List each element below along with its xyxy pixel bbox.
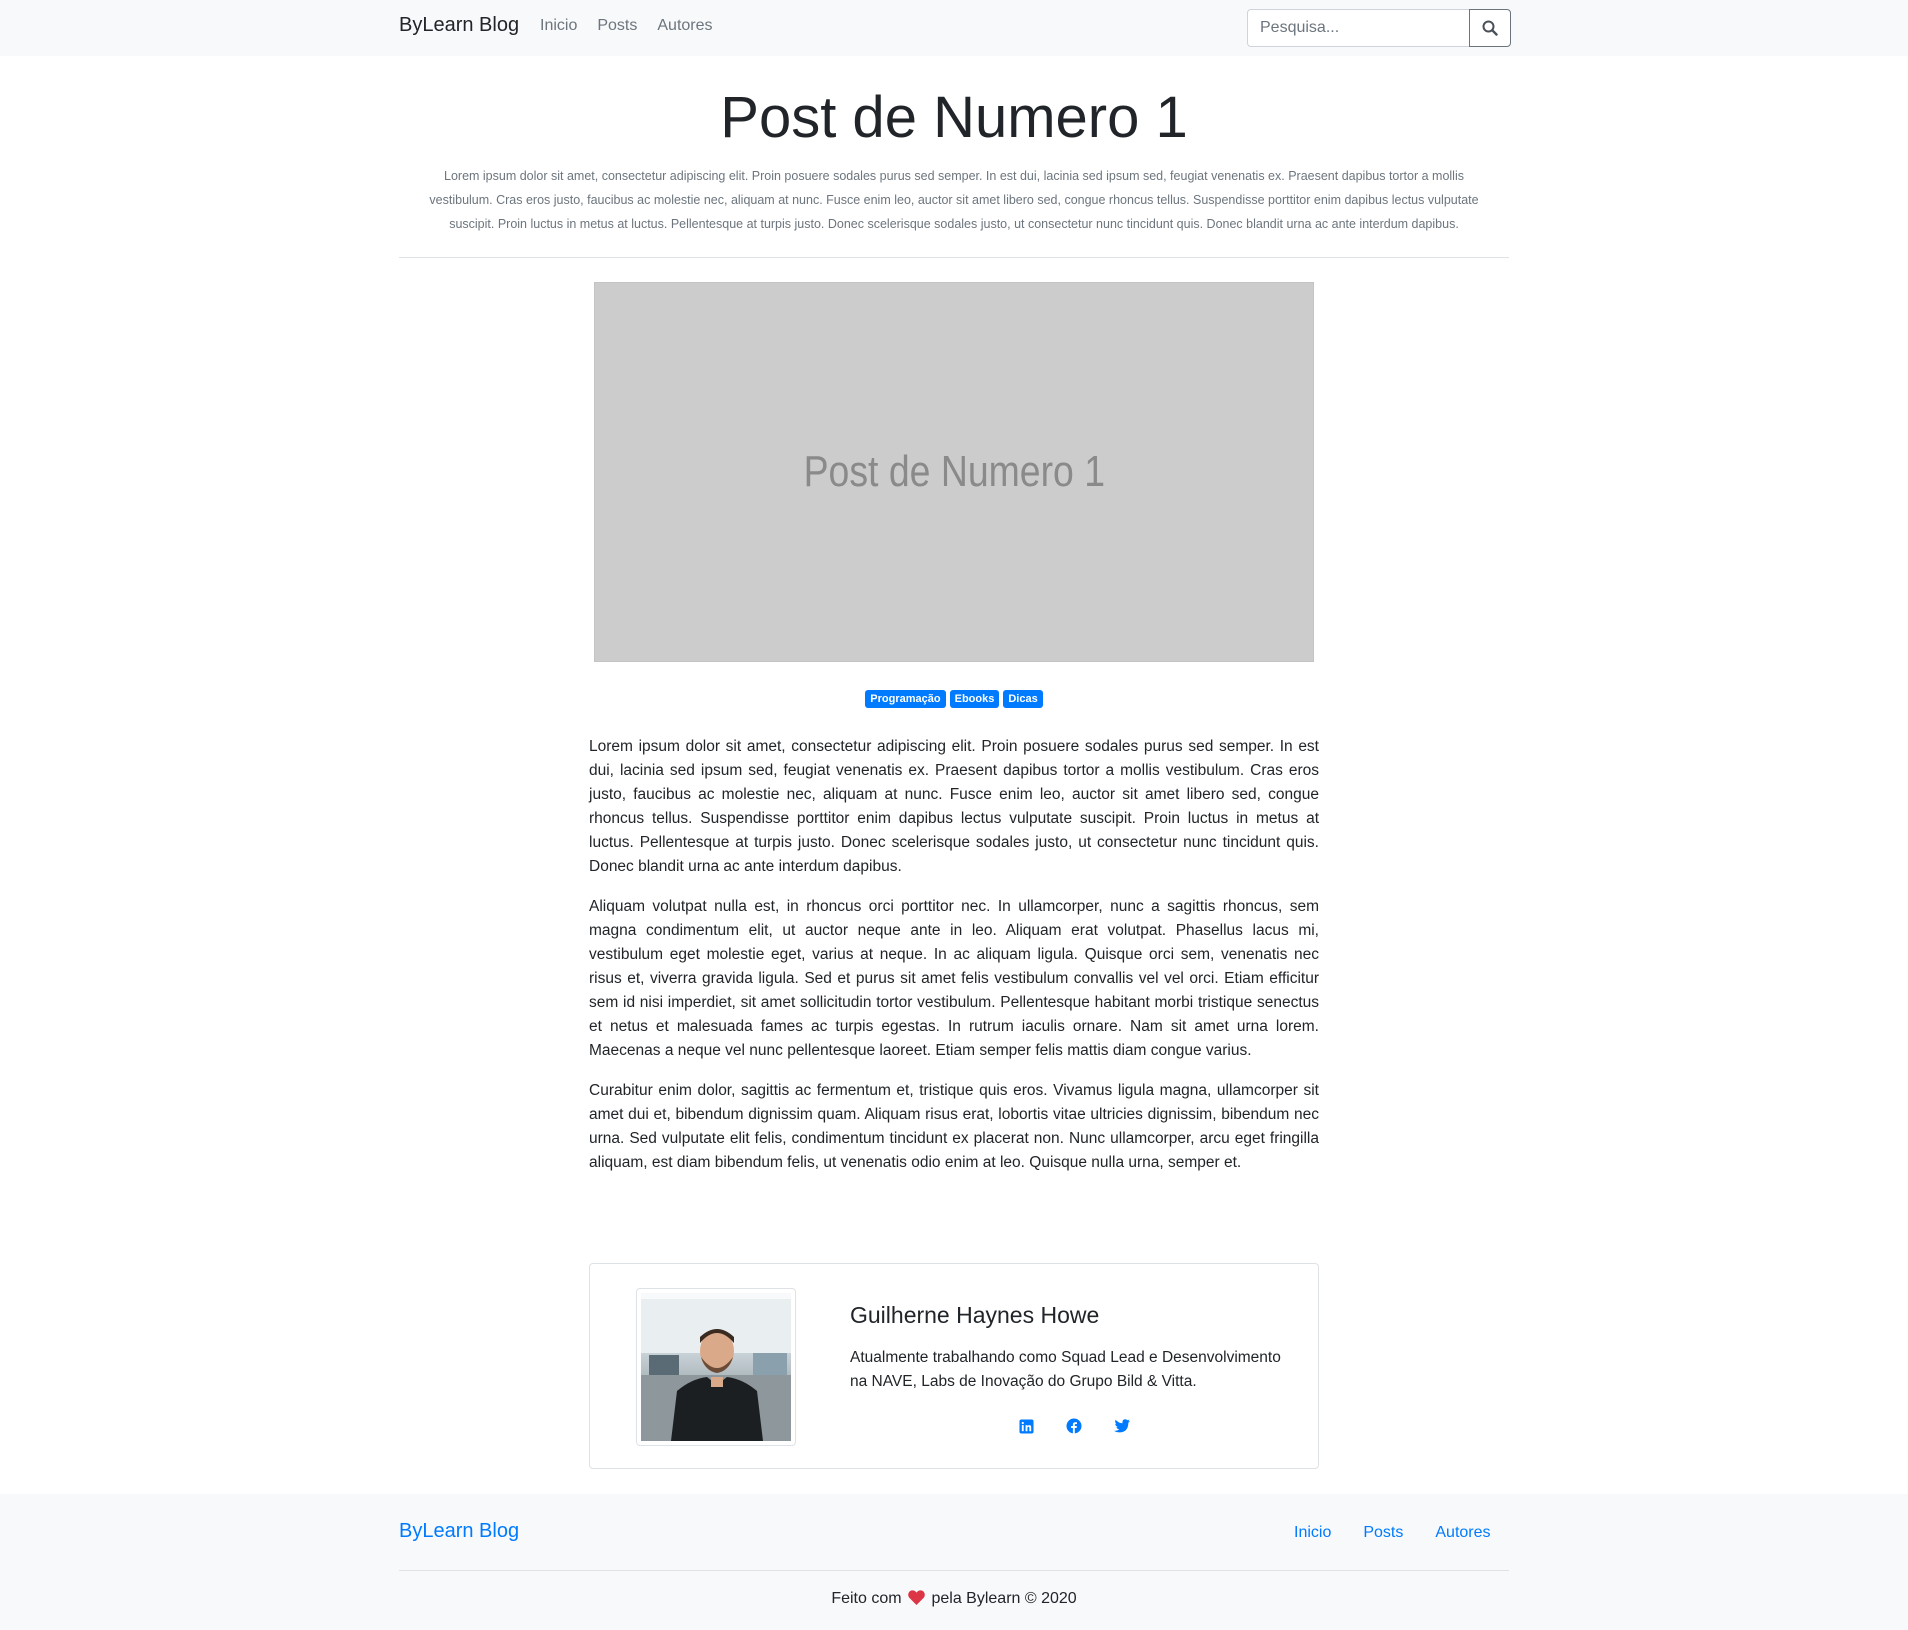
- post-image-text: Post de Numero 1: [803, 447, 1105, 496]
- search-button[interactable]: [1469, 9, 1511, 47]
- author-photo: [641, 1293, 791, 1441]
- search-input[interactable]: [1247, 9, 1469, 47]
- post-summary: Lorem ipsum dolor sit amet, consectetur …: [429, 169, 1479, 231]
- post-title: Post de Numero 1: [720, 85, 1188, 150]
- footer-links: Inicio Posts Autores: [1294, 1524, 1491, 1542]
- facebook-icon[interactable]: [1066, 1418, 1082, 1434]
- author-social-links: [1018, 1418, 1130, 1434]
- nav-link-autores[interactable]: Autores: [657, 17, 712, 35]
- post-image-placeholder: Post de Numero 1: [594, 282, 1314, 662]
- twitter-icon[interactable]: [1114, 1418, 1130, 1434]
- page-footer: ByLearn Blog Inicio Posts Autores Feito …: [0, 1494, 1908, 1630]
- navbar-brand[interactable]: ByLearn Blog: [399, 14, 519, 37]
- footer-link-inicio[interactable]: Inicio: [1294, 1524, 1331, 1542]
- footer-link-autores[interactable]: Autores: [1435, 1524, 1490, 1542]
- post-paragraph: Curabitur enim dolor, sagittis ac fermen…: [589, 1082, 1319, 1171]
- footer-link-posts[interactable]: Posts: [1363, 1524, 1403, 1542]
- copyright-prefix: Feito com: [831, 1590, 902, 1607]
- tag-badge-dicas[interactable]: Dicas: [1003, 690, 1043, 708]
- header-divider: [399, 257, 1509, 258]
- post-content: Lorem ipsum dolor sit amet, consectetur …: [589, 735, 1319, 1191]
- author-avatar: [641, 1293, 791, 1441]
- top-navbar: ByLearn Blog Inicio Posts Autores: [0, 0, 1908, 56]
- post-tags: Programação Ebooks Dicas: [0, 690, 1908, 708]
- footer-copyright: Feito com pela Bylearn © 2020: [0, 1590, 1908, 1610]
- copyright-suffix: pela Bylearn © 2020: [931, 1590, 1077, 1607]
- search-form: [1247, 9, 1511, 47]
- nav-link-posts[interactable]: Posts: [597, 17, 637, 35]
- author-avatar-frame: [636, 1288, 796, 1446]
- author-name: Guilherne Haynes Howe: [850, 1302, 1100, 1328]
- footer-brand[interactable]: ByLearn Blog: [399, 1520, 519, 1543]
- author-bio: Atualmente trabalhando como Squad Lead e…: [850, 1349, 1281, 1390]
- search-icon: [1482, 20, 1498, 36]
- navbar-links: Inicio Posts Autores: [540, 17, 713, 35]
- author-card: Guilherne Haynes Howe Atualmente trabalh…: [589, 1263, 1319, 1469]
- linkedin-icon[interactable]: [1018, 1418, 1034, 1434]
- tag-badge-programacao[interactable]: Programação: [865, 690, 946, 708]
- post-paragraph: Aliquam volutpat nulla est, in rhoncus o…: [589, 898, 1319, 1059]
- footer-divider: [399, 1570, 1509, 1571]
- heart-icon: [908, 1590, 925, 1610]
- tag-badge-ebooks[interactable]: Ebooks: [949, 690, 1000, 708]
- post-paragraph: Lorem ipsum dolor sit amet, consectetur …: [589, 738, 1319, 875]
- nav-link-inicio[interactable]: Inicio: [540, 17, 577, 35]
